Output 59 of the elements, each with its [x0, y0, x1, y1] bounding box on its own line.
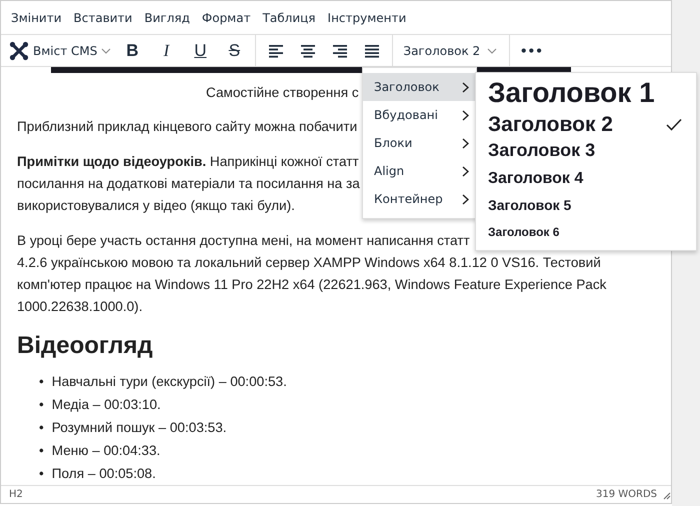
italic-button[interactable]: I [149, 36, 184, 65]
menu-item[interactable]: Контейнер [363, 185, 476, 213]
list-item: Медіа – 00:03:10. [52, 396, 161, 414]
paragraph-line: 1000.22638.1000.0). [17, 298, 142, 316]
resize-grip-icon[interactable] [663, 492, 671, 500]
list-item: Меню – 00:04:33. [52, 442, 160, 460]
align-right-icon [332, 44, 348, 58]
list-item: Поля – 00:05:08. [52, 464, 156, 483]
bullet: • [39, 418, 44, 437]
chevron-right-icon [462, 194, 469, 204]
paragraph-line: використовувалися у відео (якщо такі були). [17, 196, 295, 215]
section-heading: Відеоогляд [17, 332, 153, 360]
heading-option[interactable]: Заголовок 3 [476, 138, 696, 165]
menu-item[interactable]: Заголовок [363, 73, 476, 101]
bold-button[interactable]: B [115, 36, 150, 65]
menu-item[interactable]: Вставити [68, 6, 138, 29]
paragraph-line: комп'ютер працює на Windows 11 Pro 22H2 x64 (22621.963, Windows Feature Experience Pack [17, 276, 606, 294]
menu-item[interactable]: Інструменти [322, 6, 412, 29]
align-justify-icon [364, 44, 380, 58]
align-left-icon [268, 44, 284, 58]
menu-item[interactable]: Блоки [363, 129, 476, 157]
paragraph-line: Приблизний приклад кінцевого сайту можна побачити [17, 118, 358, 136]
caption-text: Самостійне створення с [206, 84, 359, 102]
cms-content-button[interactable]: Вміст CMS [5, 36, 116, 65]
chevron-down-icon [487, 48, 498, 54]
menu-item[interactable]: Таблиця [256, 6, 322, 29]
bullet: • [39, 464, 44, 483]
chevron-right-icon [462, 110, 469, 120]
strike-button[interactable]: S [217, 36, 252, 65]
bullet: • [39, 372, 44, 391]
element-path: H2 [9, 488, 23, 500]
list-item: Розумний пошук – 00:03:53. [52, 418, 227, 437]
menu-item[interactable]: Align [363, 157, 476, 185]
list-item: Навчальні тури (екскурсії) – 00:00:53. [52, 372, 287, 391]
bullet: • [39, 442, 44, 460]
cross-logo-icon [9, 40, 29, 61]
block-format-dropdown[interactable]: Заголовок 2 [397, 36, 506, 65]
align-center-icon [300, 44, 316, 58]
more-button[interactable]: ••• [514, 36, 548, 65]
bullet: • [39, 396, 44, 414]
heading-option[interactable]: Заголовок 4 [476, 164, 696, 192]
chevron-right-icon [462, 138, 469, 148]
heading-option[interactable]: Заголовок 2 [476, 110, 696, 138]
paragraph-line: Примітки щодо відеоуроків. Наприкінці кожної статт [17, 152, 359, 171]
underline-button[interactable]: U [183, 36, 218, 65]
chevron-down-icon [101, 48, 112, 54]
word-count: 319 WORDS [596, 488, 657, 500]
heading-option[interactable]: Заголовок 6 [476, 218, 696, 246]
paragraph-line: 4.2.6 українською мовою та локальний сервер XAMPP Windows x64 8.1.12 0 VS16. Тестовий [17, 254, 601, 272]
menu-item[interactable]: Змінити [5, 6, 68, 29]
menu-item[interactable]: Вбудовані [363, 101, 476, 129]
heading-option[interactable]: Заголовок 1 [476, 75, 696, 111]
chevron-right-icon [462, 82, 469, 92]
menu-item[interactable]: Формат [196, 6, 257, 29]
paragraph-line: посилання на додаткові матеріали та посилання на за [17, 174, 360, 193]
menu-item[interactable]: Вигляд [138, 6, 196, 29]
chevron-right-icon [462, 166, 469, 176]
heading-option[interactable]: Заголовок 5 [476, 192, 696, 219]
paragraph-line: В уроці бере участь остання доступна мені, на момент написання статт [17, 232, 470, 250]
